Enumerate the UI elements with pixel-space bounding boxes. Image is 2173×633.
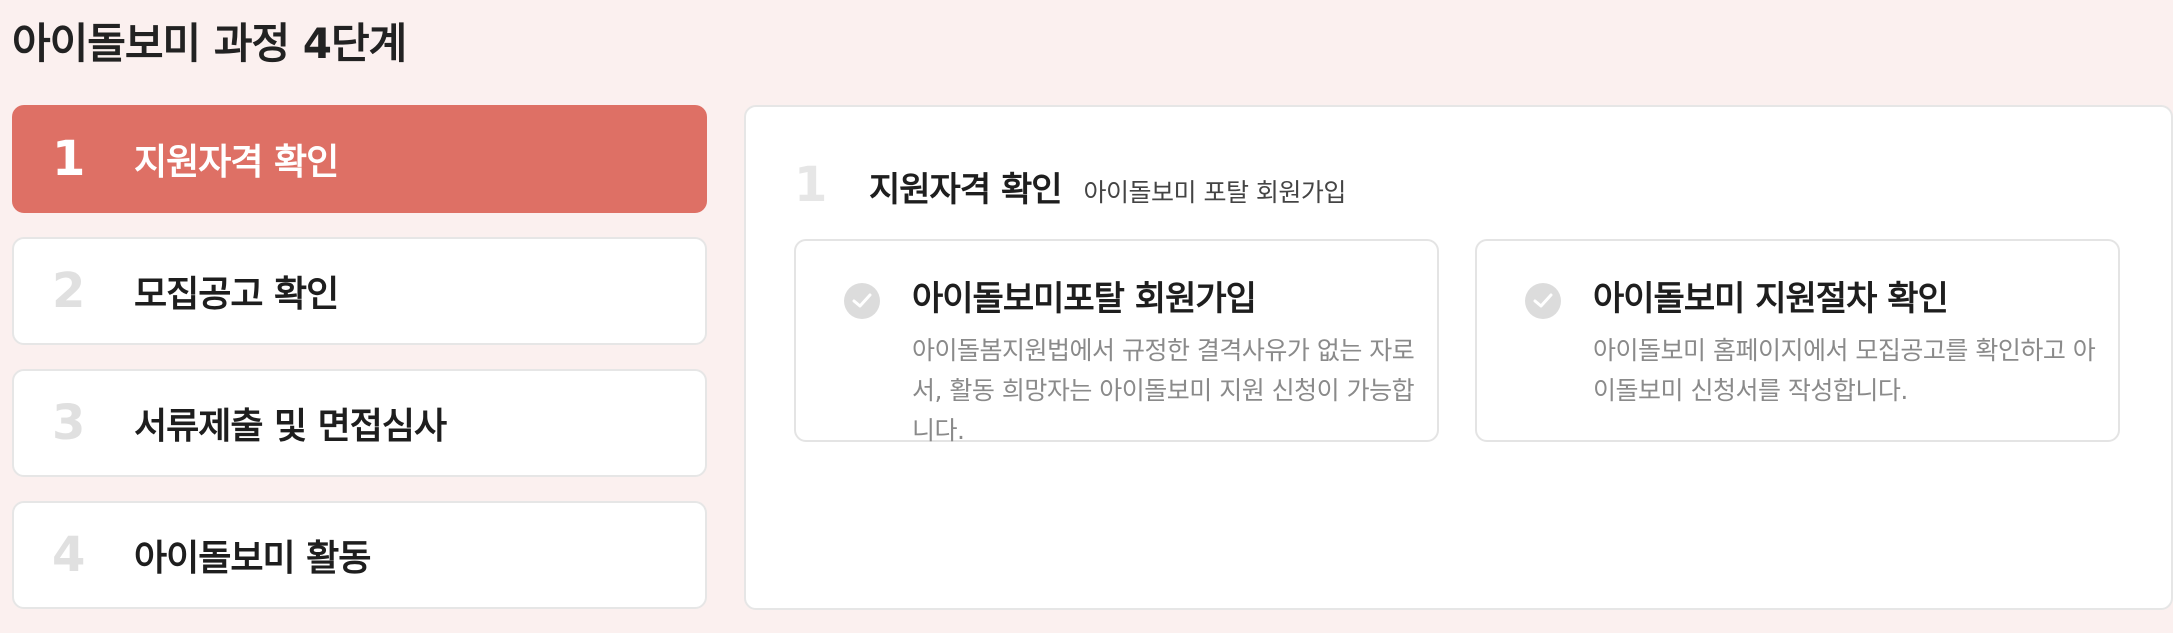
step-label: 지원자격 확인 bbox=[134, 142, 339, 183]
card-title: 아이돌보미 지원절차 확인 bbox=[1593, 279, 1949, 319]
page-title: 아이돌보미 과정 4단계 bbox=[12, 19, 407, 68]
step-number: 4 bbox=[52, 527, 86, 583]
step-item-1[interactable]: 1 지원자격 확인 bbox=[12, 105, 707, 213]
info-card-signup: 아이돌보미포탈 회원가입 아이돌봄지원법에서 규정한 결격사유가 없는 자로서,… bbox=[794, 239, 1439, 445]
panel-header: 1 지원자격 확인 아이돌보미 포탈 회원가입 bbox=[794, 157, 1346, 213]
step-item-3[interactable]: 3 서류제출 및 면접심사 bbox=[12, 369, 707, 477]
check-circle-icon bbox=[844, 283, 880, 319]
panel-step-number: 1 bbox=[794, 157, 828, 213]
step-label: 아이돌보미 활동 bbox=[134, 538, 371, 579]
card-description: 아이돌봄지원법에서 규정한 결격사유가 없는 자로서, 활동 희망자는 아이돌보… bbox=[912, 336, 1415, 445]
step-list: 1 지원자격 확인 2 모집공고 확인 3 서류제출 및 면접심사 4 아이돌보… bbox=[12, 105, 707, 633]
step-item-4[interactable]: 4 아이돌보미 활동 bbox=[12, 501, 707, 609]
step-number: 1 bbox=[52, 131, 86, 187]
card-title: 아이돌보미포탈 회원가입 bbox=[912, 279, 1257, 319]
step-item-2[interactable]: 2 모집공고 확인 bbox=[12, 237, 707, 345]
card-description: 아이돌보미 홈페이지에서 모집공고를 확인하고 아이돌보미 신청서를 작성합니다… bbox=[1593, 336, 2096, 405]
step-number: 2 bbox=[52, 263, 86, 319]
info-card-procedure: 아이돌보미 지원절차 확인 아이돌보미 홈페이지에서 모집공고를 확인하고 아이… bbox=[1475, 239, 2120, 442]
step-label: 모집공고 확인 bbox=[134, 274, 339, 315]
panel-title: 지원자격 확인 bbox=[869, 170, 1063, 210]
step-number: 3 bbox=[52, 395, 86, 451]
check-circle-icon bbox=[1525, 283, 1561, 319]
step-detail-panel: 1 지원자격 확인 아이돌보미 포탈 회원가입 아이돌보미포탈 회원가입 아이돌… bbox=[744, 105, 2173, 610]
panel-subtitle: 아이돌보미 포탈 회원가입 bbox=[1083, 178, 1347, 207]
step-label: 서류제출 및 면접심사 bbox=[134, 406, 447, 447]
